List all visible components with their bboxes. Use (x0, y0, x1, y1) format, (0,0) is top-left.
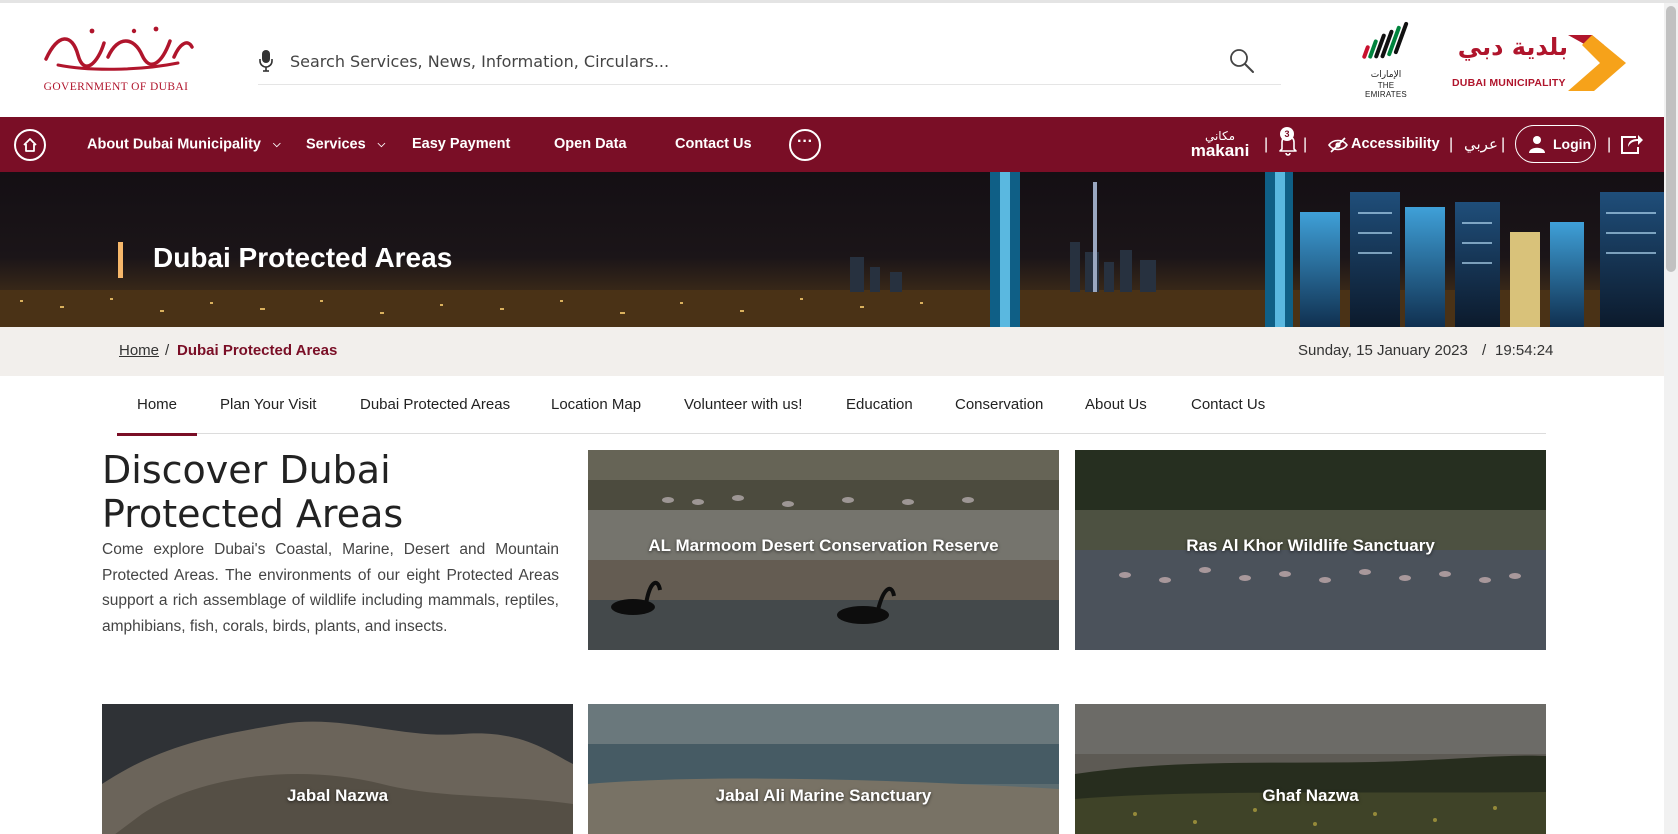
page-scrollbar-thumb[interactable] (1666, 6, 1676, 272)
date-time-separator: / (1482, 342, 1487, 359)
browser-top-edge (0, 0, 1678, 3)
card-jabal-nazwa[interactable]: Jabal Nazwa (102, 704, 573, 834)
card-jabal-ali-marine[interactable]: Jabal Ali Marine Sanctuary (588, 704, 1059, 834)
nav-separator: | (1303, 136, 1308, 153)
user-icon (1529, 136, 1545, 153)
mic-icon[interactable] (258, 49, 274, 73)
home-icon[interactable] (14, 129, 46, 161)
login-label: Login (1553, 136, 1592, 152)
dubai-municipality-logo[interactable]: بلدية دبي DUBAI MUNICIPALITY (1450, 33, 1626, 95)
chevron-down-icon: ⌵ (273, 139, 281, 150)
dm-logo-arabic: بلدية دبي (1457, 33, 1568, 61)
emirates-logo-english: THE EMIRATES (1365, 81, 1407, 99)
the-emirates-logo[interactable]: الإمارات THE EMIRATES (1356, 21, 1416, 99)
login-button[interactable]: Login (1515, 125, 1596, 163)
card-title: Ghaf Nazwa (1262, 786, 1359, 805)
tab-education[interactable]: Education (846, 376, 913, 434)
page-title: Dubai Protected Areas (153, 242, 453, 273)
gov-logo-english-text: GOVERNMENT OF DUBAI (43, 81, 189, 93)
breadcrumb-home-link[interactable]: Home (119, 342, 159, 359)
government-of-dubai-logo[interactable]: GOVERNMENT OF DUBAI (38, 23, 194, 98)
dm-logo-english: DUBAI MUNICIPALITY (1452, 77, 1566, 89)
nav-open-data[interactable]: Open Data (554, 117, 627, 172)
tab-about-us[interactable]: About Us (1085, 376, 1147, 434)
section-tabs: Home Plan Your Visit Dubai Protected Are… (116, 376, 1546, 436)
breadcrumb-separator: / (165, 342, 170, 359)
search-bar (258, 33, 1281, 85)
tab-contact-us[interactable]: Contact Us (1191, 376, 1265, 434)
card-title: Ras Al Khor Wildlife Sanctuary (1186, 536, 1435, 555)
tab-plan-your-visit[interactable]: Plan Your Visit (220, 376, 316, 434)
main-navbar: About Dubai Municipality ⌵ Services ⌵ Easy… (0, 117, 1664, 172)
language-arabic-link[interactable]: عربي (1464, 117, 1498, 172)
search-input[interactable] (290, 45, 1190, 77)
nav-easy-payment[interactable]: Easy Payment (412, 117, 510, 172)
nav-separator: | (1449, 136, 1454, 153)
card-ghaf-nazwa[interactable]: Ghaf Nazwa (1075, 704, 1546, 834)
card-ras-al-khor[interactable]: Ras Al Khor Wildlife Sanctuary (1075, 450, 1546, 650)
nav-item-label: Services (306, 136, 366, 153)
nav-item-label: Open Data (554, 136, 627, 152)
notification-badge: 3 (1280, 127, 1294, 141)
search-icon[interactable] (1228, 47, 1256, 75)
nav-item-label: Easy Payment (412, 136, 511, 152)
jabal-nazwa-photo (102, 704, 573, 834)
share-icon[interactable] (1620, 133, 1644, 155)
hero-banner: Dubai Protected Areas (0, 172, 1664, 327)
dm-chevron-mark-icon (1568, 35, 1626, 91)
current-date: Sunday, 15 January 2023 (1298, 342, 1468, 359)
intro-heading: Discover Dubai Protected Areas (102, 448, 404, 536)
tab-location-map[interactable]: Location Map (551, 376, 641, 434)
nav-about-dubai-municipality[interactable]: About Dubai Municipality ⌵ (87, 117, 281, 172)
makani-english: makani (1190, 141, 1250, 160)
emirates-logo-arabic: الإمارات (1370, 69, 1402, 79)
nav-separator: | (1607, 136, 1612, 153)
intro-paragraph: Come explore Dubai's Coastal, Marine, De… (102, 541, 559, 635)
tab-dubai-protected-areas[interactable]: Dubai Protected Areas (360, 376, 510, 434)
eye-slash-icon[interactable] (1328, 136, 1348, 154)
tab-conservation[interactable]: Conservation (955, 376, 1043, 434)
nav-separator: | (1264, 136, 1269, 153)
makani-link[interactable]: مكاني makani (1187, 130, 1253, 160)
nav-item-label: Contact Us (675, 136, 752, 152)
nav-contact-us[interactable]: Contact Us (675, 117, 752, 172)
tab-home[interactable]: Home (116, 376, 198, 436)
nav-separator: | (1501, 136, 1506, 153)
more-icon[interactable]: ··· (789, 129, 821, 161)
nav-services[interactable]: Services ⌵ (306, 117, 385, 172)
page: GOVERNMENT OF DUBAI Search Services, New… (0, 0, 1664, 834)
card-title: Jabal Ali Marine Sanctuary (715, 786, 932, 805)
banner-title-accent (118, 242, 123, 278)
card-title: AL Marmoom Desert Conservation Reserve (648, 536, 999, 555)
nav-item-label: About Dubai Municipality (87, 136, 261, 153)
ghaf-nazwa-photo (1075, 704, 1546, 834)
card-al-marmoom[interactable]: AL Marmoom Desert Conservation Reserve (588, 450, 1059, 650)
gov-arabic-calligraphy (44, 26, 194, 71)
tab-volunteer[interactable]: Volunteer with us! (684, 376, 802, 434)
card-title: Jabal Nazwa (286, 786, 389, 805)
breadcrumb: Home / Dubai Protected Areas Sunday, 15 … (0, 327, 1664, 376)
nav-accessibility[interactable]: Accessibility (1351, 117, 1440, 172)
site-header: GOVERNMENT OF DUBAI Search Services, New… (0, 3, 1664, 117)
emirates-bars-icon (1362, 21, 1409, 59)
jabal-ali-marine-photo (588, 704, 1059, 834)
current-time: 19:54:24 (1495, 342, 1554, 359)
breadcrumb-current: Dubai Protected Areas (177, 342, 338, 359)
chevron-down-icon: ⌵ (377, 139, 386, 150)
